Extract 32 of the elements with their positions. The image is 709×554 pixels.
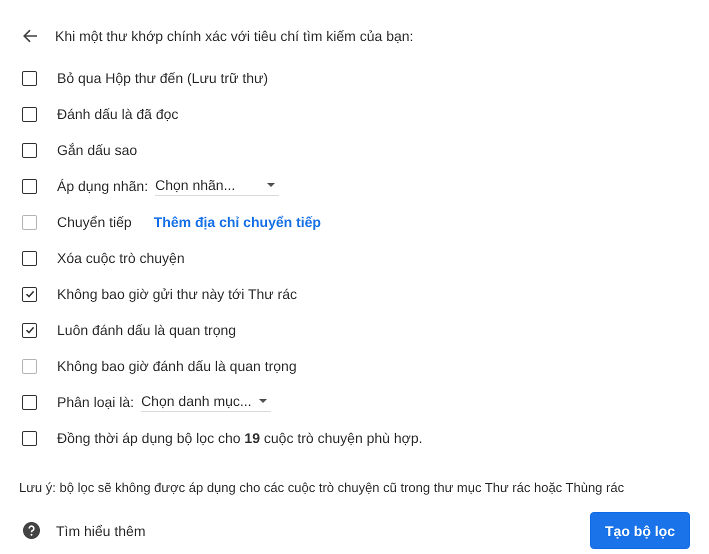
option-label: Không bao giờ gửi thư này tới Thư rác: [57, 286, 298, 302]
caret-icon: [259, 398, 268, 402]
option-label: Áp dụng nhãn:: [57, 178, 148, 194]
note-text: Lưu ý: bộ lọc sẽ không được áp dụng cho các cuộc trò chuyện cũ trong thư mục Thư rác hoặc Thùng rác: [19, 480, 626, 495]
checkbox[interactable]: [22, 178, 37, 194]
checkbox[interactable]: [22, 322, 37, 338]
checkbox[interactable]: [22, 106, 37, 122]
header-text: Khi một thư khớp chính xác với tiêu chí tìm kiếm của bạn:: [55, 28, 414, 44]
option-label: Chuyển tiếp: [57, 214, 132, 230]
option-label: Không bao giờ đánh dấu là quan trọng: [57, 358, 297, 374]
create-filter-button[interactable]: Tạo bộ lọc: [590, 512, 690, 549]
option-label: Bỏ qua Hộp thư đến (Lưu trữ thư): [57, 70, 268, 86]
check-icon: [24, 325, 34, 335]
option-label: Gắn dấu sao: [57, 142, 138, 158]
option-label: Đánh dấu là đã đọc: [57, 106, 178, 122]
checkbox[interactable]: [22, 394, 37, 410]
option-label: Xóa cuộc trò chuyện: [57, 250, 185, 266]
option-label: Đồng thời áp dụng bộ lọc cho 19 cuộc trò chuyện phù hợp.: [57, 430, 423, 446]
checkbox[interactable]: [22, 430, 37, 446]
option-label: Phân loại là:: [57, 394, 134, 410]
checkbox[interactable]: [22, 142, 37, 158]
checkbox[interactable]: [22, 250, 37, 266]
back-arrow-icon[interactable]: [22, 28, 38, 44]
dropdown[interactable]: Chọn nhãn...: [155, 176, 280, 196]
checkbox[interactable]: [22, 70, 37, 86]
option-label: Luôn đánh dấu là quan trọng: [57, 322, 236, 338]
check-icon: [24, 289, 34, 299]
help-icon: [23, 522, 40, 539]
dropdown[interactable]: Chọn danh mục...: [141, 392, 272, 412]
checkbox[interactable]: [22, 286, 37, 302]
caret-icon: [267, 182, 276, 186]
learn-more-link[interactable]: Tìm hiểu thêm: [56, 522, 146, 538]
